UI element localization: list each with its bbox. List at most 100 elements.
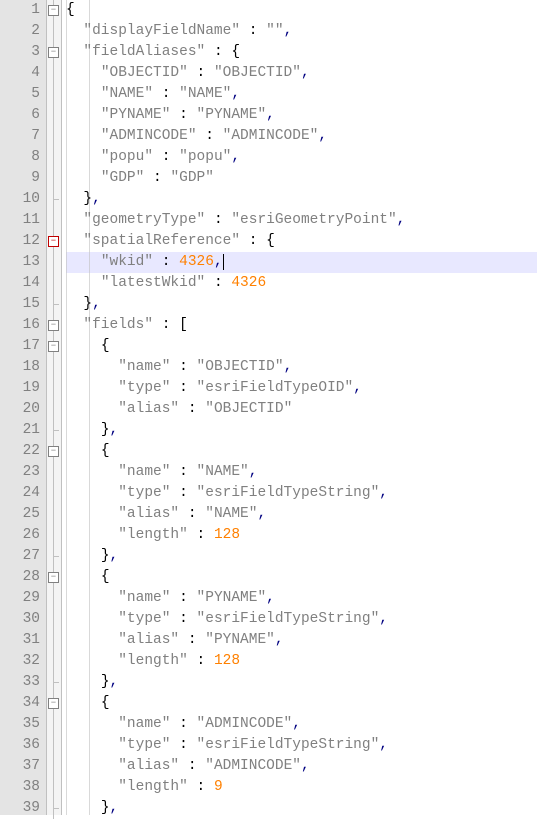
fold-marker xyxy=(47,21,61,42)
fold-marker xyxy=(47,357,61,378)
fold-marker xyxy=(47,273,61,294)
code-line[interactable]: { xyxy=(66,441,537,462)
line-number: 35 xyxy=(4,714,40,735)
line-number: 4 xyxy=(4,63,40,84)
line-number: 18 xyxy=(4,357,40,378)
code-line[interactable]: "ADMINCODE" : "ADMINCODE", xyxy=(66,126,537,147)
fold-marker xyxy=(47,294,61,315)
code-line[interactable]: "geometryType" : "esriGeometryPoint", xyxy=(66,210,537,231)
fold-marker[interactable]: − xyxy=(47,315,61,336)
fold-marker xyxy=(47,105,61,126)
code-area[interactable]: { "displayFieldName" : "", "fieldAliases… xyxy=(62,0,537,815)
line-number: 33 xyxy=(4,672,40,693)
line-number: 22 xyxy=(4,441,40,462)
code-line[interactable]: "spatialReference" : { xyxy=(66,231,537,252)
code-line[interactable]: { xyxy=(66,693,537,714)
line-number: 9 xyxy=(4,168,40,189)
code-line[interactable]: "displayFieldName" : "", xyxy=(66,21,537,42)
code-line[interactable]: { xyxy=(66,0,537,21)
code-line[interactable]: "name" : "OBJECTID", xyxy=(66,357,537,378)
line-number: 15 xyxy=(4,294,40,315)
code-line[interactable]: "name" : "NAME", xyxy=(66,462,537,483)
code-line[interactable]: "fieldAliases" : { xyxy=(66,42,537,63)
fold-marker xyxy=(47,378,61,399)
code-line[interactable]: "alias" : "PYNAME", xyxy=(66,630,537,651)
code-line[interactable]: "type" : "esriFieldTypeOID", xyxy=(66,378,537,399)
code-line[interactable]: "type" : "esriFieldTypeString", xyxy=(66,735,537,756)
line-number: 16 xyxy=(4,315,40,336)
line-number: 37 xyxy=(4,756,40,777)
code-line[interactable]: { xyxy=(66,336,537,357)
fold-marker xyxy=(47,756,61,777)
fold-marker xyxy=(47,630,61,651)
code-line[interactable]: }, xyxy=(66,420,537,441)
code-line[interactable]: "GDP" : "GDP" xyxy=(66,168,537,189)
code-line[interactable]: "alias" : "ADMINCODE", xyxy=(66,756,537,777)
fold-marker xyxy=(47,84,61,105)
code-line[interactable]: "PYNAME" : "PYNAME", xyxy=(66,105,537,126)
fold-marker xyxy=(47,525,61,546)
line-number: 2 xyxy=(4,21,40,42)
line-number: 27 xyxy=(4,546,40,567)
fold-gutter[interactable]: −−−−−−−− xyxy=(47,0,62,815)
code-line[interactable]: { xyxy=(66,567,537,588)
line-number: 6 xyxy=(4,105,40,126)
code-line[interactable]: }, xyxy=(66,546,537,567)
fold-marker[interactable]: − xyxy=(47,693,61,714)
code-line[interactable]: "name" : "PYNAME", xyxy=(66,588,537,609)
code-line[interactable]: "popu" : "popu", xyxy=(66,147,537,168)
fold-marker[interactable]: − xyxy=(47,336,61,357)
code-line[interactable]: "OBJECTID" : "OBJECTID", xyxy=(66,63,537,84)
line-number: 7 xyxy=(4,126,40,147)
fold-marker[interactable]: − xyxy=(47,231,61,252)
code-editor[interactable]: 1234567891011121314151617181920212223242… xyxy=(0,0,537,815)
fold-marker xyxy=(47,672,61,693)
line-number: 21 xyxy=(4,420,40,441)
line-number-gutter: 1234567891011121314151617181920212223242… xyxy=(0,0,47,815)
line-number: 14 xyxy=(4,273,40,294)
line-number: 28 xyxy=(4,567,40,588)
line-number: 34 xyxy=(4,693,40,714)
code-line[interactable]: "alias" : "OBJECTID" xyxy=(66,399,537,420)
code-line[interactable]: "type" : "esriFieldTypeString", xyxy=(66,483,537,504)
code-line[interactable]: "fields" : [ xyxy=(66,315,537,336)
code-line[interactable]: }, xyxy=(66,672,537,693)
fold-marker xyxy=(47,714,61,735)
line-number: 11 xyxy=(4,210,40,231)
fold-marker xyxy=(47,735,61,756)
line-number: 39 xyxy=(4,798,40,819)
code-line[interactable]: "length" : 128 xyxy=(66,525,537,546)
code-line[interactable]: }, xyxy=(66,798,537,819)
code-line[interactable]: "NAME" : "NAME", xyxy=(66,84,537,105)
line-number: 32 xyxy=(4,651,40,672)
fold-marker[interactable]: − xyxy=(47,0,61,21)
fold-marker xyxy=(47,420,61,441)
line-number: 31 xyxy=(4,630,40,651)
fold-marker[interactable]: − xyxy=(47,441,61,462)
fold-marker xyxy=(47,546,61,567)
fold-marker[interactable]: − xyxy=(47,567,61,588)
code-line[interactable]: "wkid" : 4326, xyxy=(66,252,537,273)
line-number: 38 xyxy=(4,777,40,798)
fold-marker[interactable]: − xyxy=(47,42,61,63)
code-line[interactable]: }, xyxy=(66,189,537,210)
code-line[interactable]: "length" : 128 xyxy=(66,651,537,672)
fold-marker xyxy=(47,462,61,483)
line-number: 17 xyxy=(4,336,40,357)
line-number: 10 xyxy=(4,189,40,210)
line-number: 8 xyxy=(4,147,40,168)
code-line[interactable]: "alias" : "NAME", xyxy=(66,504,537,525)
fold-marker xyxy=(47,63,61,84)
code-line[interactable]: "name" : "ADMINCODE", xyxy=(66,714,537,735)
line-number: 25 xyxy=(4,504,40,525)
line-number: 30 xyxy=(4,609,40,630)
fold-marker xyxy=(47,483,61,504)
code-line[interactable]: "latestWkid" : 4326 xyxy=(66,273,537,294)
code-line[interactable]: }, xyxy=(66,294,537,315)
line-number: 5 xyxy=(4,84,40,105)
code-line[interactable]: "length" : 9 xyxy=(66,777,537,798)
fold-marker xyxy=(47,777,61,798)
fold-marker xyxy=(47,210,61,231)
code-line[interactable]: "type" : "esriFieldTypeString", xyxy=(66,609,537,630)
fold-marker xyxy=(47,798,61,819)
